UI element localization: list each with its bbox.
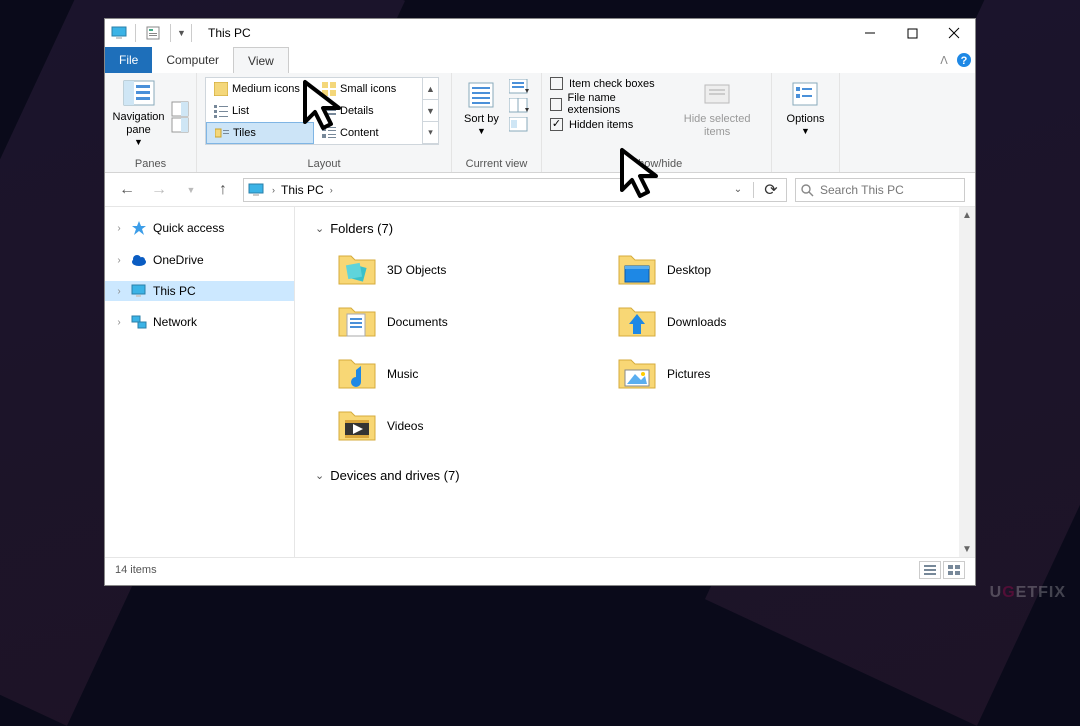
tab-view[interactable]: View: [233, 47, 289, 73]
close-button[interactable]: [933, 19, 975, 47]
chevron-down-icon: ▼: [801, 126, 810, 137]
minimize-button[interactable]: [849, 19, 891, 47]
refresh-icon[interactable]: ⟳: [760, 180, 782, 200]
folder-icon: [337, 250, 377, 290]
folder-icon: [617, 354, 657, 394]
chevron-down-icon: ⌄: [315, 222, 324, 235]
sidebar: › Quick access › OneDrive › This PC › Ne…: [105, 207, 295, 557]
folder-item[interactable]: 3D Objects: [335, 246, 595, 294]
item-check-boxes-checkbox[interactable]: Item check boxes: [550, 77, 657, 90]
ribbon-tabs: File Computer View ᐱ ?: [105, 47, 975, 73]
layout-list[interactable]: List: [206, 100, 314, 122]
layout-small-icons[interactable]: Small icons: [314, 78, 422, 100]
options-button[interactable]: Options ▼: [783, 77, 829, 139]
scroll-down-icon[interactable]: ▼: [959, 541, 975, 557]
network-icon: [131, 314, 147, 330]
tab-file[interactable]: File: [105, 47, 152, 73]
chevron-right-icon[interactable]: ›: [113, 223, 125, 234]
star-icon: [131, 220, 147, 236]
hide-selected-items-button: Hide selected items: [671, 77, 763, 141]
folder-icon: [337, 354, 377, 394]
folder-item[interactable]: Music: [335, 350, 595, 398]
folder-label: 3D Objects: [387, 263, 446, 277]
sidebar-item-network[interactable]: › Network: [105, 311, 294, 333]
search-icon: [800, 183, 814, 197]
chevron-down-icon: ▼: [477, 126, 486, 137]
navigation-pane-button[interactable]: Navigation pane ▼: [113, 77, 165, 148]
ribbon: Navigation pane ▼ Panes Medium icons Sma…: [105, 73, 975, 173]
chevron-down-icon: ⌄: [315, 469, 324, 482]
history-dropdown[interactable]: ▼: [179, 178, 203, 202]
tab-computer[interactable]: Computer: [152, 47, 233, 73]
svg-text:?: ?: [961, 55, 968, 67]
watermark: UGETFIX: [990, 584, 1066, 602]
sidebar-item-this-pc[interactable]: › This PC: [105, 281, 294, 301]
icons-view-toggle[interactable]: [943, 561, 965, 579]
folder-label: Music: [387, 367, 418, 381]
search-input[interactable]: Search This PC: [795, 178, 965, 202]
back-button[interactable]: ←: [115, 178, 139, 202]
pc-icon: [111, 26, 129, 40]
window-title: This PC: [208, 26, 251, 40]
preview-pane-button[interactable]: [171, 100, 189, 134]
folders-section-header[interactable]: ⌄ Folders (7): [315, 217, 955, 240]
navbar: ← → ▼ ↑ › This PC › ⌄ ⟳ Search This PC: [105, 173, 975, 207]
folder-label: Pictures: [667, 367, 710, 381]
sidebar-item-quick-access[interactable]: › Quick access: [105, 217, 294, 239]
devices-section-header[interactable]: ⌄ Devices and drives (7): [315, 464, 955, 487]
pc-icon: [248, 183, 266, 197]
qat-dropdown-icon[interactable]: ▼: [177, 28, 185, 38]
titlebar: ▼ This PC: [105, 19, 975, 47]
folder-icon: [337, 302, 377, 342]
content-area: ⌄ Folders (7) 3D Objects Desktop Documents…: [295, 207, 975, 557]
address-bar[interactable]: › This PC › ⌄ ⟳: [243, 178, 787, 202]
forward-button[interactable]: →: [147, 178, 171, 202]
layout-details[interactable]: Details: [314, 100, 422, 122]
folder-label: Desktop: [667, 263, 711, 277]
folder-item[interactable]: Videos: [335, 402, 595, 450]
pc-icon: [131, 284, 147, 298]
folder-icon: [337, 406, 377, 446]
folder-label: Videos: [387, 419, 423, 433]
properties-icon[interactable]: [142, 22, 164, 44]
folder-item[interactable]: Desktop: [615, 246, 875, 294]
layout-medium-icons[interactable]: Medium icons: [206, 78, 314, 100]
help-icon[interactable]: ?: [953, 47, 975, 73]
chevron-down-icon: ▼: [134, 137, 143, 148]
details-view-toggle[interactable]: [919, 561, 941, 579]
layout-scroll[interactable]: ▲▼▾: [422, 78, 438, 144]
hidden-items-checkbox[interactable]: ✓Hidden items: [550, 118, 657, 131]
maximize-button[interactable]: [891, 19, 933, 47]
explorer-window: ▼ This PC File Computer View ᐱ ? Navigat…: [104, 18, 976, 586]
chevron-right-icon[interactable]: ›: [113, 255, 125, 266]
statusbar: 14 items: [105, 557, 975, 581]
folder-label: Documents: [387, 315, 448, 329]
sort-by-button[interactable]: Sort by ▼: [460, 77, 503, 139]
address-dropdown-icon[interactable]: ⌄: [729, 184, 747, 195]
chevron-right-icon[interactable]: ›: [330, 185, 333, 195]
folder-item[interactable]: Downloads: [615, 298, 875, 346]
scroll-up-icon[interactable]: ▲: [959, 207, 975, 223]
status-items: 14 items: [115, 564, 157, 576]
collapse-ribbon-icon[interactable]: ᐱ: [935, 47, 953, 73]
group-by-button[interactable]: [509, 79, 529, 133]
scrollbar[interactable]: ▲ ▼: [959, 207, 975, 557]
layout-content[interactable]: Content: [314, 122, 422, 144]
chevron-right-icon[interactable]: ›: [113, 317, 125, 328]
sidebar-item-onedrive[interactable]: › OneDrive: [105, 249, 294, 271]
up-button[interactable]: ↑: [211, 178, 235, 202]
cloud-icon: [131, 252, 147, 268]
file-name-extensions-checkbox[interactable]: File name extensions: [550, 92, 657, 116]
chevron-right-icon[interactable]: ›: [272, 185, 275, 195]
layout-gallery[interactable]: Medium icons Small icons List Details Ti…: [205, 77, 439, 145]
layout-tiles[interactable]: Tiles: [206, 122, 314, 144]
folder-label: Downloads: [667, 315, 726, 329]
folder-item[interactable]: Documents: [335, 298, 595, 346]
folder-item[interactable]: Pictures: [615, 350, 875, 398]
breadcrumb[interactable]: This PC: [281, 183, 324, 197]
folder-icon: [617, 250, 657, 290]
folder-icon: [617, 302, 657, 342]
chevron-right-icon[interactable]: ›: [113, 286, 125, 297]
